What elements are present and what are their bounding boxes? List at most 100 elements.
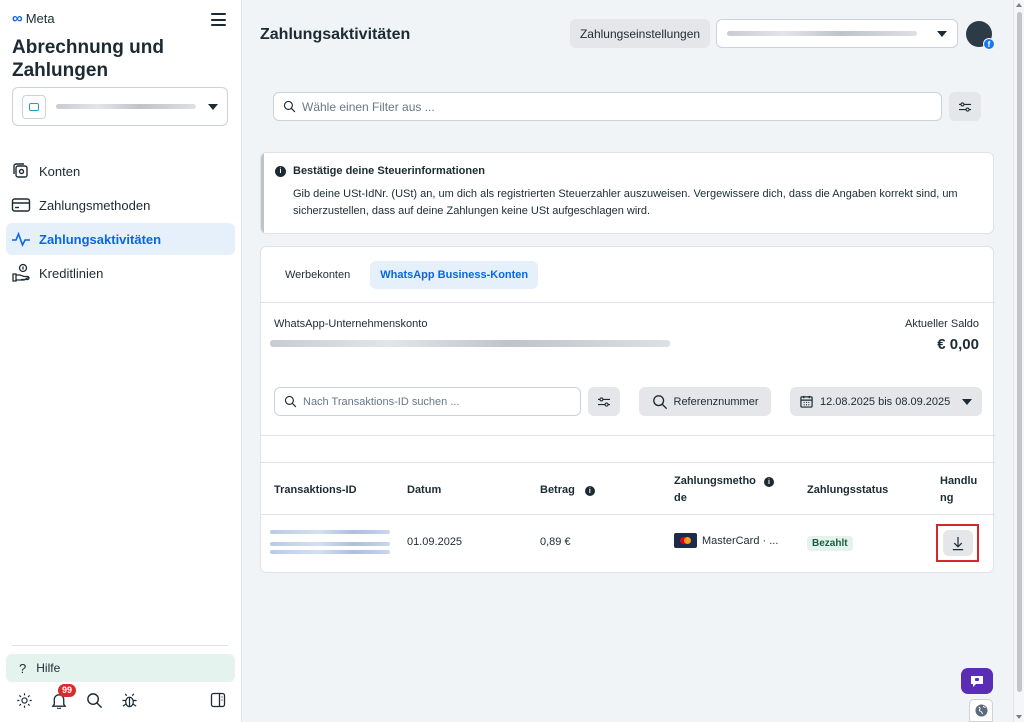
payment-method-label: MasterCard · ...	[702, 534, 779, 547]
sidebar-item-label: Kreditlinien	[39, 265, 104, 281]
help-button[interactable]: ? Hilfe	[6, 654, 235, 682]
sidebar-nav: Konten Zahlungsmethoden Zahlungsaktivitä…	[6, 155, 235, 291]
column-header-payment-method[interactable]: Zahlungsmetho de i	[674, 473, 784, 507]
chevron-down-icon	[962, 398, 972, 405]
transaction-search-input[interactable]: Nach Transaktions-ID suchen ...	[274, 387, 581, 416]
question-icon: ?	[19, 660, 27, 676]
sidebar-toggle-icon[interactable]	[208, 690, 228, 710]
notification-count-badge: 99	[58, 684, 77, 697]
sidebar-item-label: Konten	[39, 163, 81, 179]
date-range-label: 12.08.2025 bis 08.09.2025	[820, 395, 951, 408]
profile-avatar[interactable]: f	[966, 21, 995, 50]
chevron-down-icon	[208, 103, 218, 110]
transaction-id-redacted[interactable]	[270, 550, 390, 554]
whatsapp-account-label: WhatsApp-Unternehmenskonto	[274, 318, 428, 330]
payment-account-select[interactable]	[716, 19, 958, 48]
meta-infinity-icon: ∞	[12, 10, 23, 27]
transaction-id-redacted[interactable]	[270, 530, 390, 534]
search-icon	[283, 100, 296, 113]
column-header-label: Zahlungsmetho de	[674, 475, 756, 504]
divider	[261, 435, 995, 436]
column-header-transaction-id[interactable]: Transaktions-ID	[274, 482, 357, 499]
search-icon	[652, 394, 667, 409]
transaction-date: 01.09.2025	[407, 536, 463, 548]
support-chat-button[interactable]	[961, 668, 993, 694]
scrollbar-thumb[interactable]	[1017, 12, 1022, 692]
sidebar: ∞ Meta Abrechnung und Zahlungen Konten Z…	[0, 0, 242, 722]
sidebar-item-label: Zahlungsmethoden	[39, 197, 151, 213]
column-header-label: Betrag	[540, 484, 575, 496]
activity-icon	[11, 229, 31, 249]
business-account-select[interactable]	[12, 87, 228, 126]
tab-whatsapp-business-konten[interactable]: WhatsApp Business-Konten	[370, 261, 539, 289]
main-content: Zahlungsaktivitäten Zahlungseinstellunge…	[243, 0, 1013, 722]
settings-gear-icon[interactable]	[14, 690, 34, 710]
notifications-bell-icon[interactable]: 99	[49, 684, 77, 710]
transaction-amount: 0,89 €	[540, 536, 571, 548]
divider	[261, 462, 995, 463]
notice-body: Gib deine USt-IdNr. (USt) an, um dich al…	[293, 188, 958, 217]
filter-placeholder: Wähle einen Filter aus ...	[302, 99, 435, 114]
chevron-down-icon	[937, 30, 947, 37]
status-badge: Bezahlt	[807, 536, 853, 551]
column-header-status[interactable]: Zahlungsstatus	[807, 482, 888, 499]
scroll-up-arrow-icon[interactable]	[1016, 3, 1022, 7]
sidebar-item-konten[interactable]: Konten	[6, 155, 235, 187]
column-header-amount[interactable]: Betrag i	[540, 482, 595, 499]
transaction-filter-button[interactable]	[588, 387, 620, 416]
sliders-icon	[959, 101, 971, 112]
scrollbar[interactable]	[1013, 0, 1024, 722]
info-icon[interactable]: i	[584, 486, 595, 496]
info-icon[interactable]: i	[764, 477, 774, 487]
sidebar-item-zahlungsmethoden[interactable]: Zahlungsmethoden	[6, 189, 235, 221]
tab-werbekonten[interactable]: Werbekonten	[275, 261, 360, 289]
page-title: Zahlungsaktivitäten	[260, 26, 411, 43]
payment-account-redacted	[727, 31, 917, 36]
sidebar-bottom-toolbar: 99	[14, 684, 228, 710]
mastercard-icon	[674, 533, 697, 548]
scroll-down-arrow-icon[interactable]	[1016, 715, 1022, 719]
whatsapp-account-redacted	[270, 340, 670, 347]
bug-report-icon[interactable]	[119, 690, 139, 710]
filter-input[interactable]: Wähle einen Filter aus ...	[273, 92, 942, 121]
sidebar-item-zahlungsaktivitaeten[interactable]: Zahlungsaktivitäten	[6, 223, 235, 255]
payment-method-cell: MasterCard · ...	[674, 533, 778, 548]
filter-settings-button[interactable]	[949, 92, 981, 121]
facebook-icon: f	[983, 38, 995, 50]
divider	[261, 302, 995, 303]
account-type-tabs: Werbekonten WhatsApp Business-Konten	[275, 261, 539, 289]
sidebar-item-kreditlinien[interactable]: Kreditlinien	[6, 257, 235, 289]
chat-icon	[971, 675, 983, 687]
column-header-action: Handlu ng	[940, 475, 978, 504]
reference-number-label: Referenznummer	[673, 395, 759, 408]
sidebar-divider	[12, 645, 228, 646]
divider	[261, 514, 995, 515]
tax-info-notice: i Bestätige deine Steuerinformationen Gi…	[260, 152, 994, 234]
globe-icon	[974, 704, 988, 717]
notice-title: Bestätige deine Steuerinformationen	[293, 165, 485, 177]
search-icon[interactable]	[84, 690, 104, 710]
language-button[interactable]	[969, 699, 993, 722]
balance-label: Aktueller Saldo	[905, 318, 979, 330]
menu-icon[interactable]	[211, 13, 226, 26]
meta-logo[interactable]: ∞ Meta	[12, 11, 55, 26]
column-header-date[interactable]: Datum	[407, 482, 441, 499]
sidebar-item-label: Zahlungsaktivitäten	[39, 231, 162, 247]
payment-settings-button[interactable]: Zahlungseinstellungen	[570, 19, 710, 48]
transaction-id-redacted[interactable]	[270, 542, 390, 546]
account-avatar-icon	[22, 94, 46, 119]
sliders-icon	[598, 396, 610, 407]
help-label: Hilfe	[36, 661, 61, 675]
sidebar-title: Abrechnung und Zahlungen	[12, 37, 164, 81]
date-range-picker[interactable]: 12.08.2025 bis 08.09.2025	[790, 387, 982, 416]
credit-line-icon	[11, 263, 31, 283]
transaction-search-placeholder: Nach Transaktions-ID suchen ...	[303, 395, 460, 408]
download-icon	[952, 536, 963, 550]
credit-card-icon	[11, 195, 31, 215]
accounts-icon	[11, 161, 31, 181]
reference-number-button[interactable]: Referenznummer	[639, 387, 771, 416]
download-invoice-button[interactable]	[936, 524, 979, 562]
calendar-icon	[800, 395, 813, 408]
account-name-redacted	[56, 104, 196, 109]
transactions-card: Werbekonten WhatsApp Business-Konten Wha…	[260, 246, 995, 573]
